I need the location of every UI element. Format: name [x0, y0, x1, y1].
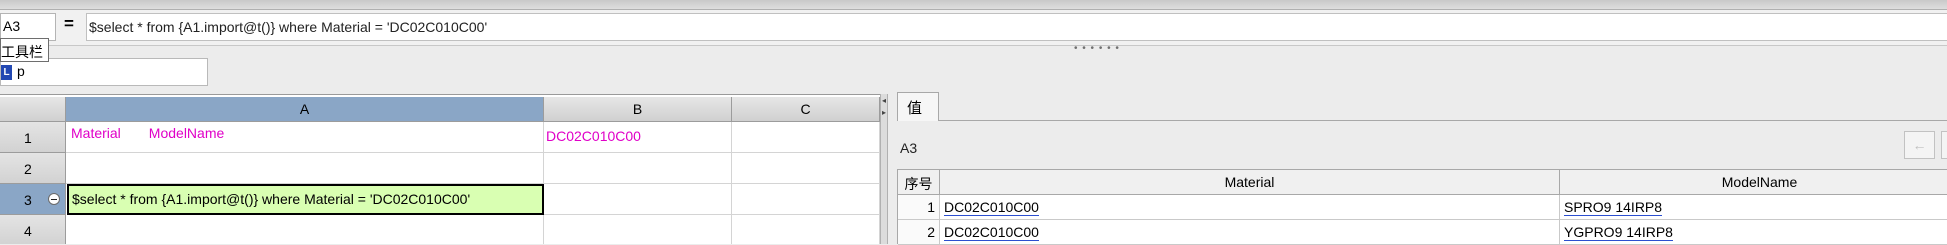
result-table: 序号 Material ModelName 1 DC02C010C00 SPRO… — [897, 169, 1947, 245]
result-link[interactable]: DC02C010C00 — [944, 224, 1039, 241]
collapse-right-icon[interactable]: ▸ — [882, 108, 886, 117]
row-number: 2 — [24, 161, 32, 177]
cell-a3-active[interactable]: $select * from {A1.import@t()} where Mat… — [67, 184, 544, 215]
value-panel: 值 A3 ← 序号 Material ModelName 1 DC02C010C… — [888, 88, 1947, 245]
panel-splitter[interactable]: ◂ ▸ — [880, 94, 888, 244]
row-header-3[interactable]: 3 — [0, 184, 66, 215]
result-link[interactable]: SPRO9 14IRP8 — [1564, 199, 1663, 216]
cell-b1[interactable]: DC02C010C00 — [544, 122, 732, 153]
cell-c1[interactable] — [732, 122, 880, 153]
cell-a2[interactable] — [66, 153, 544, 184]
result-row-index: 1 — [898, 195, 940, 220]
row-header-4[interactable]: 4 — [0, 215, 66, 244]
find-type-icon: L — [1, 65, 12, 80]
result-link[interactable]: DC02C010C00 — [944, 199, 1039, 216]
row-number: 4 — [24, 223, 32, 239]
result-header-modelname[interactable]: ModelName — [1560, 170, 1947, 195]
cell-reference-text: A3 — [3, 18, 21, 34]
value-cell-name: A3 — [900, 140, 918, 156]
forward-button[interactable] — [1941, 131, 1947, 159]
cell-a1[interactable]: Material ModelName — [66, 122, 544, 153]
result-link[interactable]: YGPRO9 14IRP8 — [1564, 224, 1673, 241]
column-header-c[interactable]: C — [732, 97, 880, 122]
cell-a1-field-material: Material — [71, 125, 121, 141]
cell-c2[interactable] — [732, 153, 880, 184]
cell-b4[interactable] — [544, 215, 732, 244]
spreadsheet-grid: A B C 1 Material ModelName DC02C010C00 2 … — [0, 94, 880, 244]
formula-input[interactable]: $select * from {A1.import@t()} where Mat… — [86, 13, 1947, 41]
column-header-a[interactable]: A — [66, 97, 544, 122]
toolbar-tooltip: 工具栏 — [0, 38, 49, 62]
find-input-value: p — [17, 63, 25, 79]
window-top-strip — [0, 0, 1947, 10]
result-header-material[interactable]: Material — [940, 170, 1560, 195]
row-number: 1 — [24, 130, 32, 146]
cell-a1-field-modelname: ModelName — [148, 125, 225, 141]
row-header-1[interactable]: 1 — [0, 122, 66, 153]
cell-c3[interactable] — [732, 184, 880, 215]
cell-reference-box[interactable]: A3 — [0, 13, 56, 41]
result-cell-modelname[interactable]: SPRO9 14IRP8 — [1560, 195, 1947, 220]
result-row-index: 2 — [898, 220, 940, 245]
row-header-2[interactable]: 2 — [0, 153, 66, 184]
back-button[interactable]: ← — [1904, 131, 1935, 159]
cell-b2[interactable] — [544, 153, 732, 184]
collapse-left-icon[interactable]: ◂ — [882, 96, 886, 105]
tab-divider — [939, 120, 1947, 121]
result-header-index[interactable]: 序号 — [898, 170, 940, 195]
find-input[interactable]: L p — [0, 58, 208, 86]
cell-b3[interactable] — [544, 184, 732, 215]
column-header-b[interactable]: B — [544, 97, 732, 122]
cell-a4[interactable] — [66, 215, 544, 244]
result-cell-material[interactable]: DC02C010C00 — [940, 220, 1560, 245]
result-cell-modelname[interactable]: YGPRO9 14IRP8 — [1560, 220, 1947, 245]
cell-c4[interactable] — [732, 215, 880, 244]
panel-resize-grip-icon[interactable]: • • • • • • — [1074, 44, 1120, 54]
collapse-row-icon[interactable] — [48, 193, 60, 205]
formula-bar: A3 = $select * from {A1.import@t()} wher… — [0, 10, 1947, 46]
corner-header[interactable] — [0, 97, 66, 122]
tab-value[interactable]: 值 — [897, 92, 939, 121]
row-number: 3 — [24, 192, 32, 208]
result-cell-material[interactable]: DC02C010C00 — [940, 195, 1560, 220]
formula-equals-sign: = — [64, 14, 74, 33]
